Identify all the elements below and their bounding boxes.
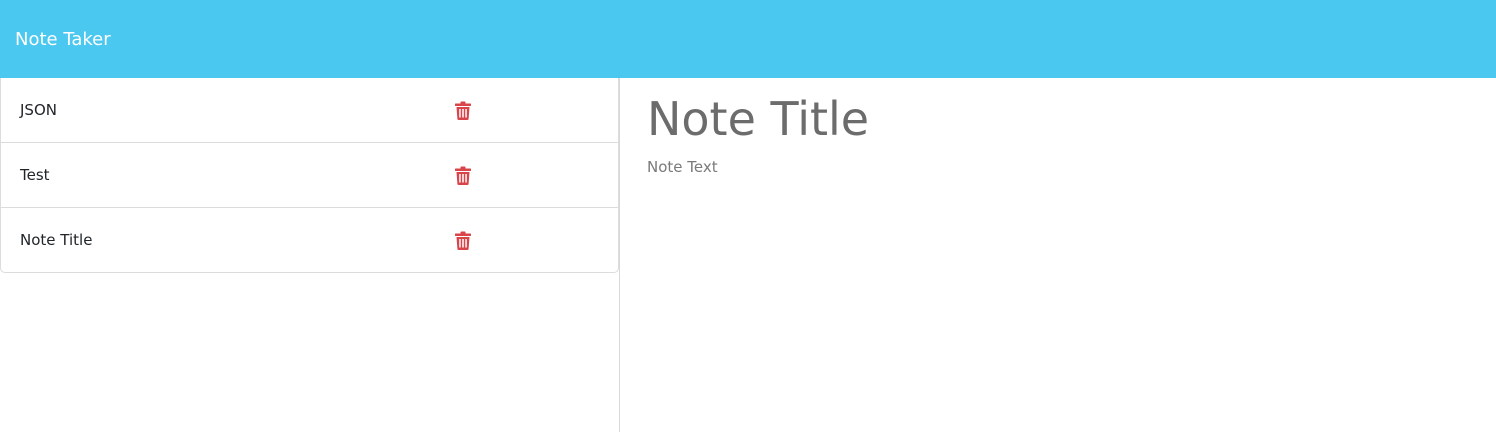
brand-link[interactable]: Note Taker — [15, 29, 111, 50]
note-list-item[interactable]: Note Title — [1, 208, 618, 272]
trash-icon[interactable] — [455, 230, 471, 250]
note-list-item-title: Note Title — [20, 231, 93, 249]
trash-icon[interactable] — [455, 165, 471, 185]
note-list-item-title: JSON — [20, 101, 57, 119]
trash-icon[interactable] — [455, 100, 471, 120]
notes-sidebar: JSON Test Note Title — [0, 78, 620, 432]
note-title-input[interactable] — [642, 88, 1472, 150]
note-list: JSON Test Note Title — [0, 78, 619, 273]
note-editor — [620, 78, 1496, 432]
note-list-item[interactable]: Test — [1, 143, 618, 208]
note-text-input[interactable] — [642, 158, 1472, 408]
note-list-item[interactable]: JSON — [1, 78, 618, 143]
note-list-item-title: Test — [20, 166, 50, 184]
navbar: Note Taker — [0, 0, 1496, 78]
